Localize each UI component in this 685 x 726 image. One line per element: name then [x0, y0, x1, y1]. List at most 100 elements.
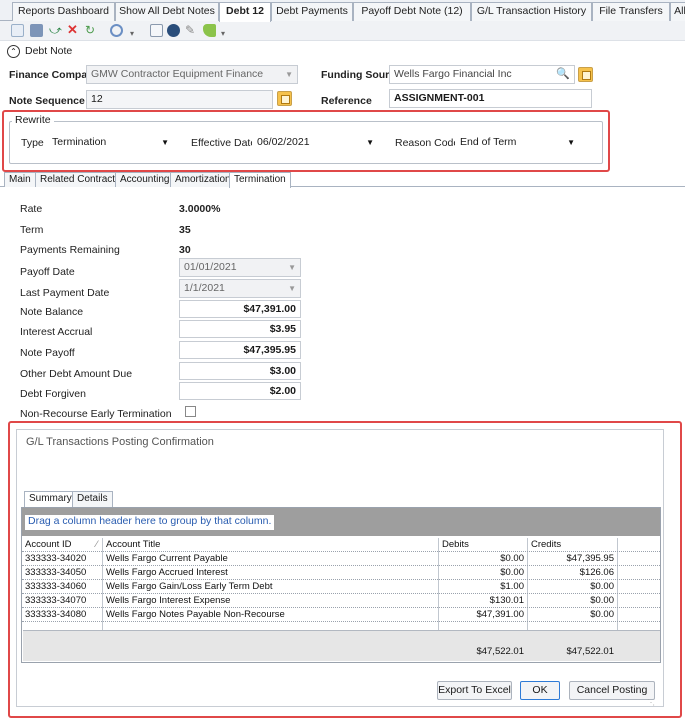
refresh-icon[interactable]: ↻: [85, 24, 98, 37]
tab-payoff-debt-note[interactable]: Payoff Debt Note (12): [353, 2, 471, 21]
debits-cell: $1.00: [500, 581, 524, 592]
save-icon[interactable]: [30, 24, 43, 37]
search-icon[interactable]: 🔍: [556, 66, 570, 83]
payoff-date-field[interactable]: 01/01/2021 ▼: [179, 258, 301, 277]
account-id-cell: 333333-34080: [25, 609, 87, 620]
tab-related-contracts[interactable]: Related Contracts: [35, 172, 126, 187]
term-value: 35: [179, 224, 191, 236]
reason-code-value: End of Term: [460, 136, 517, 148]
cancel-posting-button[interactable]: Cancel Posting: [569, 681, 655, 700]
account-title-cell: Wells Fargo Gain/Loss Early Term Debt: [106, 581, 273, 592]
column-header-debits[interactable]: Debits: [442, 538, 469, 551]
dropdown-icon[interactable]: ▾: [130, 24, 136, 38]
account-title-cell: Wells Fargo Interest Expense: [106, 595, 231, 606]
globe-icon[interactable]: [167, 24, 180, 37]
debt-forgiven-field[interactable]: $2.00: [179, 382, 301, 400]
section-title: Debt Note: [25, 45, 73, 57]
tab-show-all-debt-notes[interactable]: Show All Debt Notes: [115, 2, 219, 21]
payoff-date-value: 01/01/2021: [184, 261, 237, 273]
sort-icon: ⁄: [96, 539, 98, 550]
debits-cell: $0.00: [500, 553, 524, 564]
finance-company-field[interactable]: GMW Contractor Equipment Finance ▼: [86, 65, 298, 84]
note-sequence-value: 12: [91, 93, 103, 105]
other-debt-amount-field[interactable]: $3.00: [179, 362, 301, 380]
delete-icon[interactable]: ✕: [67, 23, 80, 37]
lookup-button[interactable]: [578, 67, 593, 82]
group-panel: Drag a column header here to group by th…: [22, 508, 660, 536]
note-balance-field[interactable]: $47,391.00: [179, 300, 301, 318]
tab-debt-12[interactable]: Debt 12: [219, 2, 271, 22]
debits-cell: $0.00: [500, 567, 524, 578]
tab-amortization[interactable]: Amortization: [170, 172, 236, 187]
collapse-icon[interactable]: ⌃: [7, 45, 20, 58]
resize-grip-icon[interactable]: ⋱: [647, 698, 655, 707]
column-header-credits[interactable]: Credits: [531, 538, 561, 551]
column-header-account-id[interactable]: Account ID: [25, 538, 71, 551]
tab-summary[interactable]: Summary: [24, 491, 77, 507]
account-title-cell: Wells Fargo Accrued Interest: [106, 567, 228, 578]
list-icon[interactable]: [150, 24, 163, 37]
tag-icon[interactable]: [203, 24, 216, 37]
interest-accrual-label: Interest Accrual: [20, 326, 93, 338]
debits-cell: $47,391.00: [476, 609, 524, 620]
new-icon[interactable]: [11, 24, 24, 37]
type-value: Termination: [52, 136, 107, 148]
account-title-cell: Wells Fargo Notes Payable Non-Recourse: [106, 609, 285, 620]
tab-all[interactable]: All: [670, 2, 685, 21]
tab-debt-payments[interactable]: Debt Payments: [271, 2, 353, 21]
total-credits: $47,522.01: [566, 646, 614, 657]
reference-field[interactable]: ASSIGNMENT-001: [389, 89, 592, 108]
tab-file-transfers[interactable]: File Transfers: [592, 2, 670, 21]
sequence-button[interactable]: [277, 91, 292, 106]
tab-termination[interactable]: Termination: [229, 172, 291, 188]
type-select[interactable]: Termination ▼: [47, 133, 174, 152]
totals-row: $47,522.01 $47,522.01: [23, 630, 660, 661]
account-id-cell: 333333-34070: [25, 595, 87, 606]
tab-accounting[interactable]: Accounting: [115, 172, 175, 187]
reason-code-select[interactable]: End of Term ▼: [455, 133, 580, 152]
chevron-down-icon: ▼: [288, 263, 296, 272]
rate-label: Rate: [20, 203, 43, 215]
document-tab-bar: Reports Dashboard Show All Debt Notes De…: [0, 0, 685, 22]
non-recourse-label: Non-Recourse Early Termination: [20, 408, 172, 420]
tab-gl-transaction-history[interactable]: G/L Transaction History: [471, 2, 592, 21]
export-to-excel-button[interactable]: Export To Excel: [437, 681, 512, 700]
credits-cell: $47,395.95: [566, 553, 614, 564]
funding-source-value: Wells Fargo Financial Inc: [394, 68, 512, 80]
chevron-down-icon: ▼: [288, 284, 296, 293]
chevron-down-icon: ▼: [567, 138, 575, 147]
funding-source-field[interactable]: Wells Fargo Financial Inc 🔍: [389, 65, 575, 84]
non-recourse-checkbox[interactable]: [185, 406, 196, 417]
last-payment-date-field[interactable]: 1/1/2021 ▼: [179, 279, 301, 298]
tab-reports-dashboard[interactable]: Reports Dashboard: [12, 2, 115, 21]
last-payment-date-value: 1/1/2021: [184, 282, 225, 294]
payments-remaining-value: 30: [179, 244, 191, 256]
detail-tab-bar: Main Related Contracts Accounting Amorti…: [0, 172, 685, 188]
column-header-account-title[interactable]: Account Title: [106, 538, 160, 551]
undo-icon[interactable]: ⤻: [49, 24, 62, 37]
credits-cell: $0.00: [590, 581, 614, 592]
interest-accrual-field[interactable]: $3.95: [179, 320, 301, 338]
gl-transactions-grid: Drag a column header here to group by th…: [21, 507, 661, 663]
account-id-cell: 333333-34060: [25, 581, 87, 592]
dropdown-icon[interactable]: ▾: [221, 24, 227, 38]
tab-details[interactable]: Details: [72, 491, 113, 507]
other-debt-amount-label: Other Debt Amount Due: [20, 368, 133, 380]
credits-cell: $0.00: [590, 609, 614, 620]
edit-icon[interactable]: ✎: [185, 24, 198, 37]
chevron-down-icon: ▼: [366, 138, 374, 147]
effective-date-picker[interactable]: 06/02/2021 ▼: [252, 133, 379, 152]
account-title-cell: Wells Fargo Current Payable: [106, 553, 228, 564]
group-hint: Drag a column header here to group by th…: [25, 515, 275, 530]
dialog-title: G/L Transactions Posting Confirmation: [26, 436, 214, 448]
last-payment-date-label: Last Payment Date: [20, 287, 110, 299]
chevron-down-icon: ▼: [285, 70, 293, 79]
note-payoff-field[interactable]: $47,395.95: [179, 341, 301, 359]
tab-main[interactable]: Main: [4, 172, 36, 187]
settings-icon[interactable]: [110, 24, 123, 37]
payoff-date-label: Payoff Date: [20, 266, 75, 278]
ok-button[interactable]: OK: [520, 681, 560, 700]
credits-cell: $0.00: [590, 595, 614, 606]
reason-code-label: Reason Code: [395, 137, 460, 149]
note-sequence-field[interactable]: 12: [86, 90, 273, 109]
